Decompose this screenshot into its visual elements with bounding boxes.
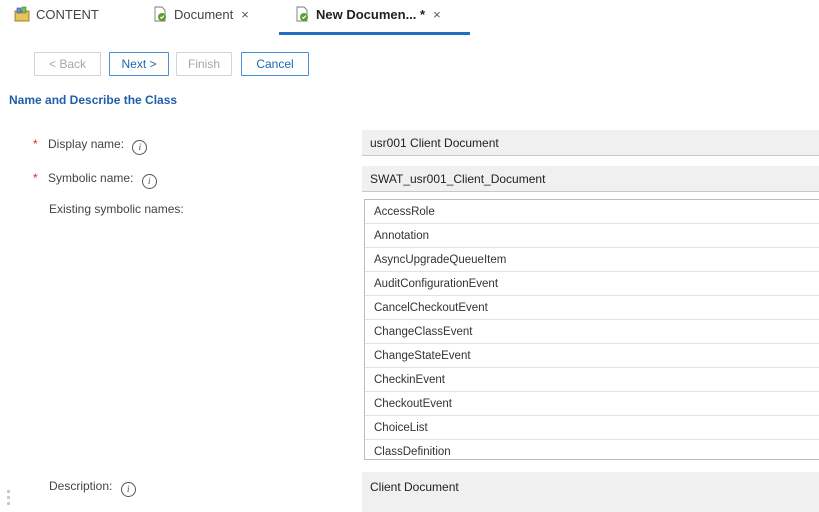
tab-label: New Documen... * (316, 6, 426, 22)
tab-label: CONTENT (36, 6, 99, 22)
content-folder-icon (14, 6, 30, 22)
section-title: Name and Describe the Class (9, 93, 178, 107)
display-name-field[interactable]: usr001 Client Document (362, 130, 819, 156)
tab-content[interactable]: CONTENT (14, 0, 99, 28)
list-item[interactable]: CheckoutEvent (365, 392, 819, 416)
tab-label: Document (174, 6, 234, 22)
symbolic-name-field[interactable]: SWAT_usr001_Client_Document (362, 166, 819, 192)
list-item[interactable]: AccessRole (365, 200, 819, 224)
info-icon[interactable]: i (141, 174, 157, 189)
description-label: Description: (49, 479, 113, 493)
next-button[interactable]: Next > (109, 52, 169, 76)
tab-document[interactable]: Document × (152, 0, 249, 28)
list-item[interactable]: AsyncUpgradeQueueItem (365, 248, 819, 272)
list-item[interactable]: ClassDefinition (365, 440, 819, 459)
list-item[interactable]: Annotation (365, 224, 819, 248)
symbolic-name-label: Symbolic name: (48, 171, 134, 185)
info-icon[interactable]: i (120, 482, 136, 497)
document-icon (294, 6, 310, 22)
list-item[interactable]: ChangeStateEvent (365, 344, 819, 368)
resize-grip-icon[interactable] (7, 490, 11, 512)
existing-names-list[interactable]: AccessRole Annotation AsyncUpgradeQueueI… (364, 199, 819, 460)
finish-button[interactable]: Finish (176, 52, 232, 76)
description-label-row: Description: i (49, 479, 136, 497)
info-icon[interactable]: i (132, 140, 148, 155)
active-tab-indicator (279, 32, 470, 35)
list-item[interactable]: ChoiceList (365, 416, 819, 440)
required-marker: * (33, 171, 38, 185)
description-field[interactable]: Client Document (362, 472, 819, 512)
required-marker: * (33, 137, 38, 151)
list-item[interactable]: ChangeClassEvent (365, 320, 819, 344)
close-icon[interactable]: × (433, 7, 441, 22)
tab-new-document[interactable]: New Documen... * × (294, 0, 441, 28)
list-item[interactable]: CheckinEvent (365, 368, 819, 392)
display-name-label-row: * Display name: i (33, 137, 148, 155)
list-item[interactable]: AuditConfigurationEvent (365, 272, 819, 296)
back-button[interactable]: < Back (34, 52, 101, 76)
display-name-label: Display name: (48, 137, 125, 151)
symbolic-name-label-row: * Symbolic name: i (33, 171, 157, 189)
close-icon[interactable]: × (241, 7, 249, 22)
cancel-button[interactable]: Cancel (241, 52, 309, 76)
existing-names-label: Existing symbolic names: (49, 202, 184, 216)
document-icon (152, 6, 168, 22)
list-item[interactable]: CancelCheckoutEvent (365, 296, 819, 320)
